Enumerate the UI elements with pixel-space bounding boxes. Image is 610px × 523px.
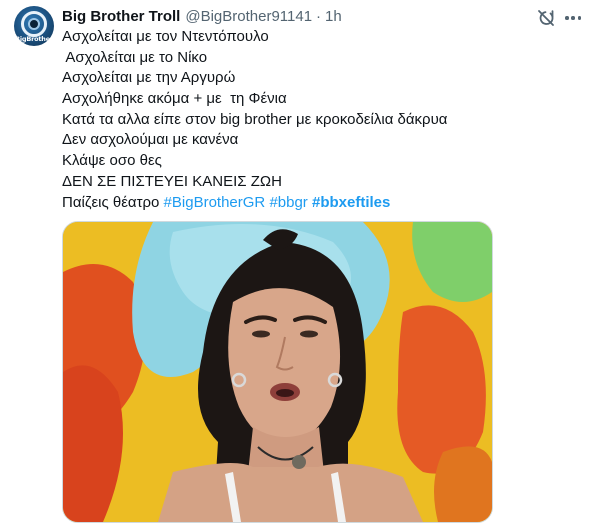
hashtag-link[interactable]: #BigBrotherGR — [164, 194, 266, 211]
tweet-line: Ασχολείται με το Νίκο — [62, 48, 208, 66]
media-photo — [63, 222, 492, 522]
eye-pupil-icon — [28, 18, 40, 30]
header-separator: · — [316, 7, 322, 25]
author-handle[interactable]: @BigBrother91141 — [185, 8, 312, 25]
tweet-line: Κλάψε οσο θες — [62, 152, 162, 170]
more-dot-icon — [577, 16, 581, 20]
avatar-logo-text: BigBrother — [15, 35, 53, 43]
tweet-media-image[interactable] — [62, 221, 493, 523]
more-dot-icon — [565, 16, 569, 20]
hashtag-link[interactable]: #bbxeftiles — [312, 194, 390, 211]
grok-button[interactable] — [536, 8, 556, 28]
tweet-text: Ασχολείται με τον Ντεντόπουλο Ασχολείται… — [62, 27, 582, 213]
tweet-line: Ασχολείται με τον Ντεντόπουλο — [62, 28, 269, 45]
grok-icon — [538, 10, 554, 26]
tweet-line-hashtags: Παίζεις θέατρο #BigBrotherGR #bbgr #bbxe… — [62, 193, 582, 214]
tweet-line: Δεν ασχολούμαι με κανένα — [62, 131, 239, 149]
avatar[interactable]: BigBrother — [14, 6, 54, 46]
tweet-line-prefix: Παίζεις θέατρο — [62, 193, 164, 211]
more-dot-icon — [571, 16, 575, 20]
more-options-button[interactable] — [562, 8, 584, 28]
tweet-timestamp[interactable]: 1h — [325, 8, 342, 25]
tweet-header: Big Brother Troll @BigBrother91141 · 1h — [62, 5, 342, 27]
tweet-line: Ασχολείται με την Αργυρώ — [62, 69, 236, 87]
tweet-line: Κατά τα αλλα είπε στον big brother με κρ… — [62, 110, 448, 128]
author-display-name[interactable]: Big Brother Troll — [62, 8, 180, 25]
tweet-line: ΔΕΝ ΣΕ ΠΙΣΤΕΥΕΙ ΚΑΝΕΙΣ ΖΩΗ — [62, 172, 282, 190]
tweet-line: Ασχολήθηκε ακόμα + με τη Φένια — [62, 90, 287, 108]
hashtag-link[interactable]: #bbgr — [269, 194, 307, 211]
